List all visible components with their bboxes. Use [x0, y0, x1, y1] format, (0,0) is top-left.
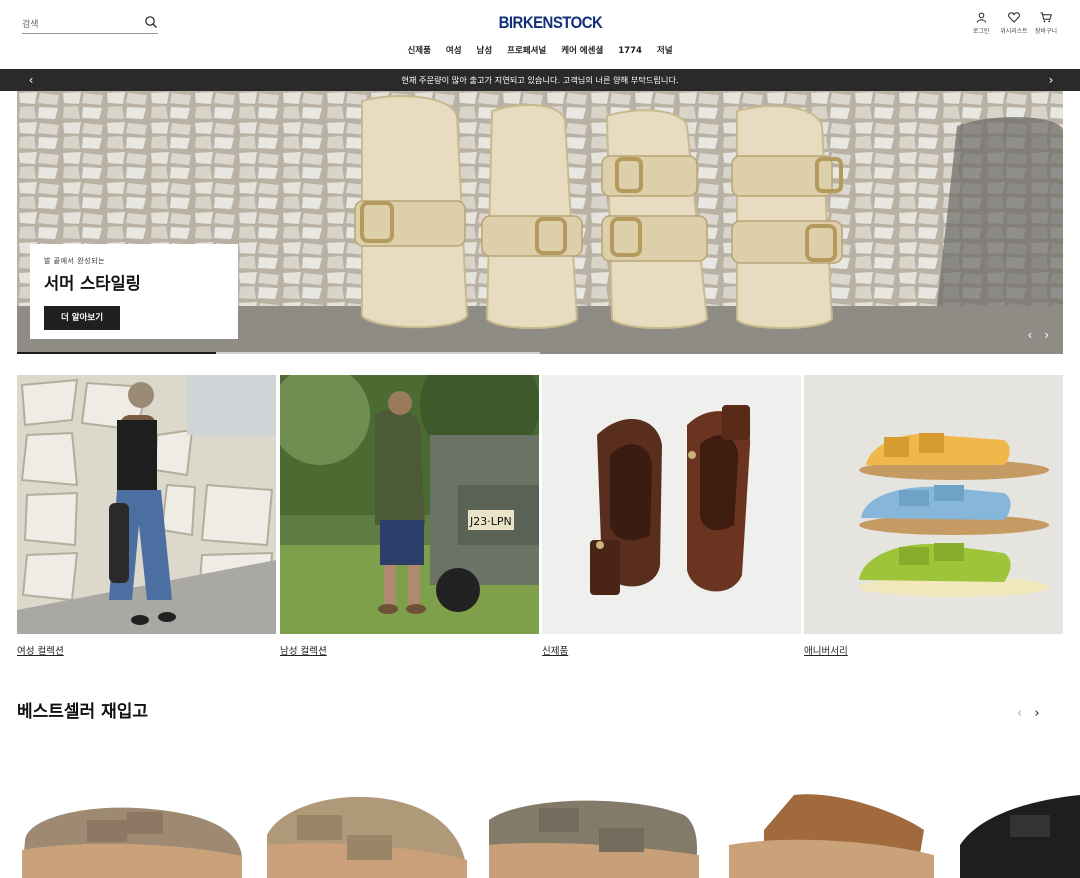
nav-item-care[interactable]: 케어 에센셜	[561, 44, 603, 56]
search-icon[interactable]	[144, 15, 158, 29]
category-label-new[interactable]: 신제품	[542, 643, 568, 657]
nav-item-1774[interactable]: 1774	[618, 46, 642, 56]
category-tile-women[interactable]: 여성 컬렉션	[17, 375, 276, 658]
user-icon	[976, 12, 986, 23]
nav-item-men[interactable]: 남성	[477, 44, 493, 56]
bestseller-arrows: ‹ ›	[1017, 706, 1048, 721]
hero-progress-bar	[17, 352, 540, 354]
nav-item-new[interactable]: 신제품	[407, 44, 430, 56]
main-nav: 신제품 여성 남성 프로페셔널 케어 에센셜 1774 저널	[0, 44, 1080, 56]
hero-subtitle: 발 끝에서 완성되는	[44, 257, 105, 265]
category-label-men[interactable]: 남성 컬렉션	[280, 643, 327, 657]
svg-text:J23·LPN: J23·LPN	[469, 515, 512, 528]
hero-arrows: ‹ ›	[1020, 328, 1049, 342]
bestseller-title: 베스트셀러 재입고	[17, 702, 149, 722]
product-card[interactable]	[262, 790, 492, 878]
product-card[interactable]	[484, 790, 714, 878]
category-label-anniversary[interactable]: 애니버서리	[804, 643, 848, 657]
product-card[interactable]	[960, 790, 1080, 878]
announcement-text: 현재 주문량이 많아 출고가 지연되고 있습니다. 고객님의 너른 양해 부탁드…	[401, 75, 679, 85]
search-box[interactable]	[22, 12, 158, 35]
bestseller-next-button[interactable]: ›	[1034, 706, 1039, 721]
hero-prev-button[interactable]: ‹	[1028, 328, 1033, 342]
category-image-new[interactable]	[542, 375, 801, 634]
hero-progress-fill	[17, 352, 216, 354]
site-header: BIRKENSTOCK 로그인 위시리스트 장바구니 신제품 여성 남성 프로페…	[0, 0, 1080, 68]
heart-icon	[1008, 12, 1020, 23]
category-image-men[interactable]: J23·LPN	[280, 375, 539, 634]
cart-label: 장바구니	[1034, 28, 1058, 35]
cart-icon	[1040, 12, 1052, 23]
bestseller-prev-button[interactable]: ‹	[1017, 706, 1022, 721]
brand-logo[interactable]: BIRKENSTOCK	[499, 13, 603, 33]
announcement-prev-button[interactable]: ‹	[20, 69, 42, 91]
hero-cta-button[interactable]: 더 알아보기	[44, 306, 120, 330]
nav-item-women[interactable]: 여성	[446, 44, 462, 56]
category-image-anniversary[interactable]	[804, 375, 1063, 634]
category-image-women[interactable]	[17, 375, 276, 634]
category-tile-new[interactable]: 신제품	[542, 375, 801, 658]
product-card[interactable]	[17, 790, 247, 878]
hero-banner[interactable]: 발 끝에서 완성되는 서머 스타일링 더 알아보기 ‹ ›	[17, 91, 1063, 354]
announcement-next-button[interactable]: ›	[1040, 69, 1062, 91]
search-input[interactable]	[22, 15, 132, 35]
hero-next-button[interactable]: ›	[1044, 328, 1049, 342]
nav-item-journal[interactable]: 저널	[657, 44, 673, 56]
product-card[interactable]	[724, 790, 954, 878]
hero-title: 서머 스타일링	[44, 274, 141, 293]
category-tile-men[interactable]: J23·LPN 남성 컬렉션	[280, 375, 539, 658]
category-label-women[interactable]: 여성 컬렉션	[17, 643, 64, 657]
announcement-bar: ‹ 현재 주문량이 많아 출고가 지연되고 있습니다. 고객님의 너른 양해 부…	[0, 69, 1080, 91]
cart-button[interactable]: 장바구니	[1026, 12, 1066, 35]
category-tile-anniversary[interactable]: 애니버서리	[804, 375, 1063, 658]
hero-card: 발 끝에서 완성되는 서머 스타일링 더 알아보기	[30, 244, 238, 339]
nav-item-professional[interactable]: 프로페셔널	[507, 44, 546, 56]
